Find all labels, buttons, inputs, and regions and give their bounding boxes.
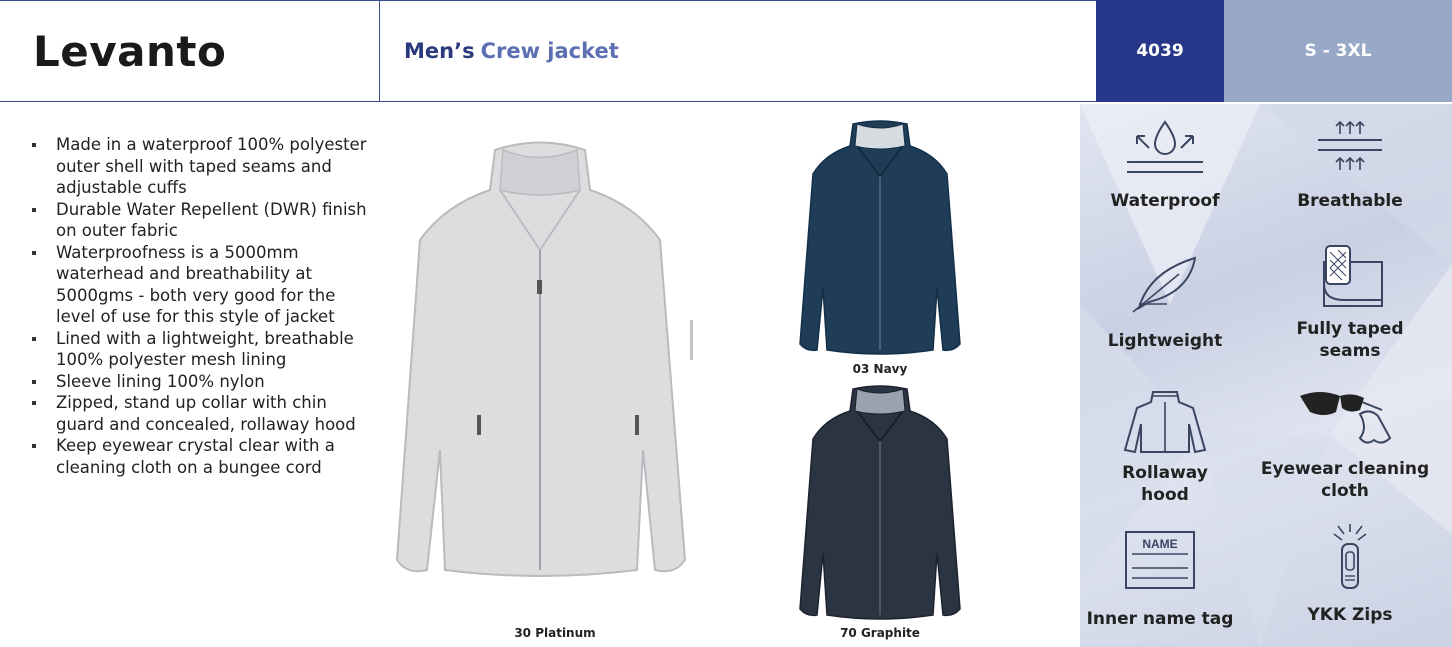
product-title-cell: Levanto (0, 0, 380, 102)
lightweight-label: Lightweight (1107, 331, 1223, 351)
feature-item: Durable Water Repellent (DWR) finish on … (30, 199, 370, 242)
feature-breathable: Breathable (1270, 116, 1430, 212)
eyewear-cloth-icon (1300, 392, 1392, 444)
name-tag-icon: NAME (1125, 531, 1195, 589)
product-image-navy (795, 118, 965, 358)
feature-taped-seams: Fully taped seams (1270, 244, 1430, 362)
feature-name-tag: NAME Inner name tag (1080, 530, 1240, 630)
product-caption-graphite: 70 Graphite (840, 626, 920, 640)
feature-lightweight: Lightweight (1090, 252, 1240, 352)
lightweight-icon (1132, 256, 1197, 313)
style-code-badge: 4039 (1096, 0, 1224, 102)
feature-item: Waterproofness is a 5000mm waterhead and… (30, 242, 370, 328)
product-caption-navy: 03 Navy (852, 362, 908, 376)
eyewear-cloth-label: Eyewear cleaning cloth (1260, 459, 1430, 501)
feature-eyewear-cloth: Eyewear cleaning cloth (1240, 380, 1450, 502)
feature-waterproof: Waterproof (1090, 116, 1240, 212)
ykk-zips-label: YKK Zips (1307, 605, 1393, 625)
jacket-platinum-illustration (395, 141, 693, 577)
breathable-label: Breathable (1297, 191, 1403, 211)
feature-item: Made in a waterproof 100% polyester oute… (30, 134, 370, 199)
product-caption-platinum: 30 Platinum (514, 626, 596, 640)
rollaway-hood-icon (1123, 391, 1207, 454)
feature-list: Made in a waterproof 100% polyester oute… (30, 134, 370, 478)
jacket-navy-illustration (799, 120, 961, 355)
name-tag-text: NAME (1142, 537, 1177, 551)
product-image-platinum (385, 130, 695, 590)
name-tag-label: Inner name tag (1086, 609, 1234, 629)
feature-item: Zipped, stand up collar with chin guard … (30, 392, 370, 435)
subtitle-type: Crew jacket (480, 39, 619, 63)
product-title: Levanto (33, 26, 227, 76)
feature-item: Lined with a lightweight, breathable 100… (30, 328, 370, 371)
ykk-zip-icon (1333, 524, 1367, 589)
product-image-graphite (795, 383, 965, 623)
spec-header: Levanto Men’s Crew jacket 4039 S - 3XL (0, 0, 1452, 104)
size-range-badge: S - 3XL (1224, 0, 1452, 102)
feature-rollaway-hood: Rollaway hood (1090, 386, 1240, 506)
feature-item: Keep eyewear crystal clear with a cleani… (30, 435, 370, 478)
waterproof-label: Waterproof (1110, 191, 1220, 211)
waterproof-icon (1127, 120, 1203, 173)
feature-icon-panel: Waterproof Breathable Lightweight Fully … (1080, 104, 1452, 647)
feature-ykk-zips: YKK Zips (1270, 522, 1430, 626)
feature-item: Sleeve lining 100% nylon (30, 371, 370, 393)
breathable-icon (1318, 120, 1382, 170)
taped-seams-icon (1323, 245, 1383, 307)
product-subtitle: Men’s Crew jacket (380, 0, 1096, 102)
taped-seams-label: Fully taped seams (1296, 319, 1404, 361)
jacket-graphite-illustration (799, 385, 961, 620)
rollaway-hood-label: Rollaway hood (1122, 463, 1208, 505)
subtitle-gender: Men’s (404, 39, 475, 63)
